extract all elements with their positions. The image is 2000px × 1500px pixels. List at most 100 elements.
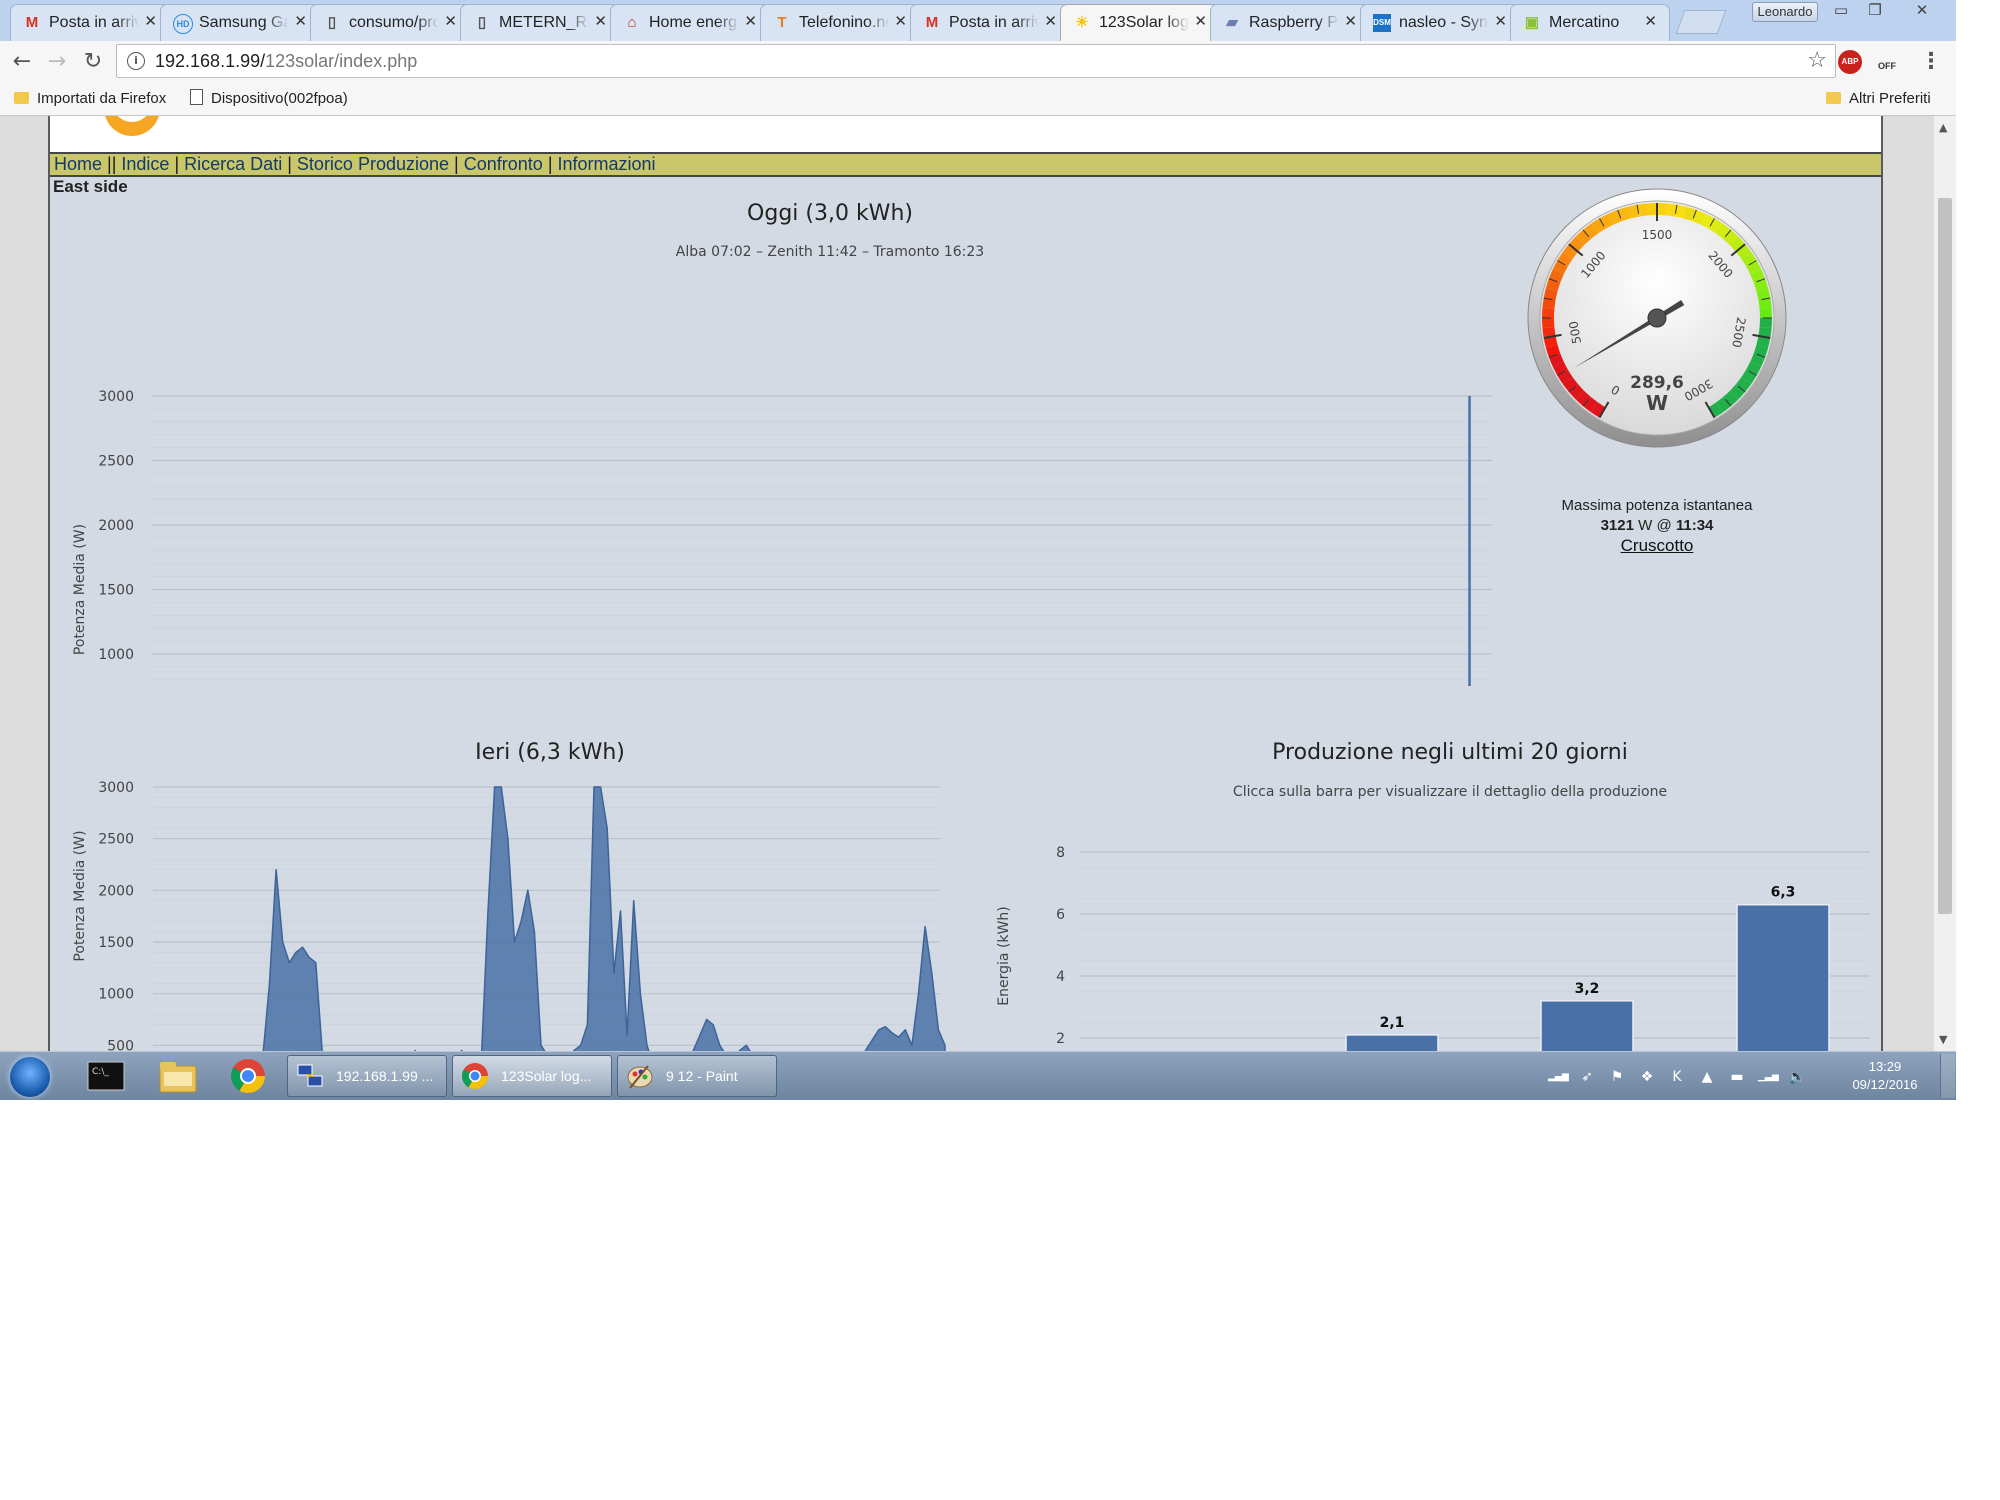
arrow-icon[interactable]: ➶ bbox=[1578, 1068, 1596, 1086]
vertical-scrollbar[interactable]: ▲ ▼ bbox=[1933, 116, 1956, 1051]
bar[interactable] bbox=[1345, 1034, 1439, 1051]
windows-taskbar: C:\_ 192.168.1.99 ... 123Solar log... 9 12… bbox=[0, 1051, 1956, 1100]
forward-icon[interactable]: → bbox=[44, 49, 70, 75]
reload-icon[interactable]: ↻ bbox=[80, 49, 106, 75]
bookmark-star-icon[interactable]: ☆ bbox=[1807, 48, 1827, 74]
y-tick-label: 3000 bbox=[98, 389, 134, 405]
max-power-value: 3121 W @ 11:34 bbox=[1527, 516, 1787, 536]
y-tick-label: 4 bbox=[1056, 969, 1065, 985]
nav-link-informazioni[interactable]: Informazioni bbox=[558, 154, 656, 174]
dashboard-link[interactable]: Cruscotto bbox=[1527, 536, 1787, 556]
raspberry-icon: ▰ bbox=[1226, 14, 1238, 31]
tab-9[interactable]: DSM nasleo - Synology ✕ bbox=[1360, 4, 1520, 41]
browser-menu-icon[interactable]: ⋮ bbox=[1920, 49, 1942, 75]
y-tick-label: 2 bbox=[1056, 1031, 1065, 1047]
bookmark-dispositivo[interactable]: Dispositivo(002fpoa) bbox=[190, 89, 348, 109]
adblock-icon[interactable]: ABP bbox=[1838, 50, 1862, 74]
tab-7[interactable]: ☀ 123Solar log ✕ bbox=[1060, 4, 1220, 42]
nav-link-confronto[interactable]: Confronto bbox=[464, 154, 543, 174]
paint-icon bbox=[627, 1065, 653, 1089]
tab-close-icon[interactable]: ✕ bbox=[294, 13, 307, 31]
signal-icon[interactable]: ▂▄▆ bbox=[1548, 1068, 1569, 1086]
wifi-icon[interactable]: ▁▃▅ bbox=[1758, 1068, 1779, 1086]
y-tick-label: 1000 bbox=[98, 987, 134, 1003]
nav-link-home[interactable]: Home bbox=[54, 154, 102, 174]
max-power-number: 3121 bbox=[1600, 517, 1634, 534]
tab-close-icon[interactable]: ✕ bbox=[1344, 13, 1357, 31]
nav-link-ricerca-dati[interactable]: Ricerca Dati bbox=[184, 154, 282, 174]
bookmark-label: Importati da Firefox bbox=[37, 90, 167, 107]
drive-icon[interactable]: ▲ bbox=[1698, 1068, 1716, 1086]
show-desktop-button[interactable] bbox=[1940, 1054, 1955, 1098]
tab-close-icon[interactable]: ✕ bbox=[144, 13, 157, 31]
antivirus-icon[interactable]: K bbox=[1668, 1068, 1686, 1086]
tab-0[interactable]: M Posta in arrivo ✕ bbox=[10, 4, 170, 41]
bar[interactable] bbox=[1540, 1000, 1634, 1051]
volume-icon[interactable]: 🔈 bbox=[1788, 1068, 1806, 1086]
gauge-band bbox=[1542, 318, 1555, 329]
site-title: East side bbox=[53, 177, 128, 196]
clock[interactable]: 13:29 09/12/2016 bbox=[1840, 1058, 1930, 1094]
taskbar-task-0[interactable]: 192.168.1.99 ... bbox=[287, 1055, 447, 1097]
url-text[interactable]: 192.168.1.99/123solar/index.php bbox=[155, 51, 417, 71]
bar[interactable] bbox=[1736, 903, 1830, 1051]
max-power-unit: W @ bbox=[1638, 517, 1672, 534]
explorer-icon[interactable] bbox=[152, 1056, 204, 1096]
minimize-icon[interactable]: ▭ bbox=[1826, 0, 1856, 20]
flag-icon[interactable]: ⚑ bbox=[1608, 1068, 1626, 1086]
bar-label: 6,3 bbox=[1771, 885, 1796, 901]
series-area[interactable] bbox=[190, 786, 946, 1051]
taskbar-task-2[interactable]: 9 12 - Paint bbox=[617, 1055, 777, 1097]
tab-6[interactable]: M Posta in arrivo ✕ bbox=[910, 4, 1070, 41]
taskbar-task-1[interactable]: 123Solar log... bbox=[452, 1055, 612, 1097]
tab-close-icon[interactable]: ✕ bbox=[1644, 13, 1657, 31]
tab-10[interactable]: ▣ Mercatino ✕ bbox=[1510, 4, 1670, 41]
close-window-icon[interactable]: ✕ bbox=[1902, 0, 1942, 20]
tab-close-icon[interactable]: ✕ bbox=[1494, 13, 1507, 31]
chrome-icon[interactable] bbox=[222, 1056, 274, 1096]
page-viewport: Home || Indice | Ricerca Dati | Storico … bbox=[0, 116, 1933, 1051]
power-gauge: 050010001500200025003000289,6W bbox=[1527, 188, 1787, 448]
chart-20days-subtitle: Clicca sulla barra per visualizzare il d… bbox=[1232, 784, 1668, 800]
other-bookmarks-folder[interactable]: Altri Preferiti bbox=[1826, 89, 1931, 109]
restore-icon[interactable]: ❐ bbox=[1860, 0, 1890, 20]
start-button-icon[interactable] bbox=[10, 1057, 50, 1097]
tab-close-icon[interactable]: ✕ bbox=[444, 13, 457, 31]
extension-off-icon[interactable]: OFF bbox=[1875, 51, 1899, 73]
chart-today[interactable]: 0500100015002000250030001970197519801985… bbox=[50, 266, 1510, 686]
scrollbar-thumb[interactable] bbox=[1938, 198, 1952, 914]
bookmark-label: Altri Preferiti bbox=[1849, 90, 1931, 107]
tab-close-icon[interactable]: ✕ bbox=[894, 13, 907, 31]
user-profile-badge[interactable]: Leonardo bbox=[1752, 2, 1818, 22]
tab-close-icon[interactable]: ✕ bbox=[744, 13, 757, 31]
tab-close-icon[interactable]: ✕ bbox=[1194, 13, 1207, 31]
gauge-band bbox=[1759, 307, 1772, 318]
tab-8[interactable]: ▰ Raspberry Pi ✕ bbox=[1210, 4, 1370, 41]
network-tray-icon[interactable]: ❖ bbox=[1638, 1068, 1656, 1086]
nav-link-indice[interactable]: Indice bbox=[121, 154, 169, 174]
tab-1[interactable]: HD Samsung Galaxy ✕ bbox=[160, 4, 320, 41]
y-tick-label: 500 bbox=[107, 1038, 134, 1051]
scroll-down-icon[interactable]: ▼ bbox=[1939, 1033, 1947, 1046]
bookmark-folder-firefox[interactable]: Importati da Firefox bbox=[14, 89, 166, 109]
tab-5[interactable]: T Telefonino.net ✕ bbox=[760, 4, 920, 41]
site-info-icon[interactable]: i bbox=[127, 52, 145, 70]
new-tab-button[interactable] bbox=[1675, 10, 1727, 34]
address-bar[interactable]: i 192.168.1.99/123solar/index.php ☆ bbox=[116, 44, 1836, 78]
cmd-icon[interactable]: C:\_ bbox=[80, 1056, 132, 1096]
page-icon: ▯ bbox=[327, 14, 337, 31]
nav-link-storico-produzione[interactable]: Storico Produzione bbox=[297, 154, 449, 174]
chart-yesterday[interactable]: 500 1000 1500 2000 2500 3000 Potenza Media (W) bbox=[50, 766, 1000, 1051]
clock-date: 09/12/2016 bbox=[1852, 1077, 1918, 1092]
chart-20days[interactable]: 2468Energia (kWh)0,92,13,26,3 bbox=[980, 806, 1880, 1051]
tab-2[interactable]: ▯ consumo/produzione ✕ bbox=[310, 4, 470, 41]
scroll-up-icon[interactable]: ▲ bbox=[1939, 121, 1947, 134]
tab-4[interactable]: ⌂ Home energy ✕ bbox=[610, 4, 770, 41]
taskbar-task-label: 123Solar log... bbox=[501, 1068, 592, 1084]
monitor-icon[interactable]: ▬ bbox=[1728, 1068, 1746, 1086]
back-icon[interactable]: ← bbox=[9, 49, 35, 75]
tab-3[interactable]: ▯ METERN_RPi ✕ bbox=[460, 4, 620, 41]
tab-close-icon[interactable]: ✕ bbox=[1044, 13, 1057, 31]
tab-close-icon[interactable]: ✕ bbox=[594, 13, 607, 31]
chrome-icon bbox=[461, 1063, 489, 1090]
